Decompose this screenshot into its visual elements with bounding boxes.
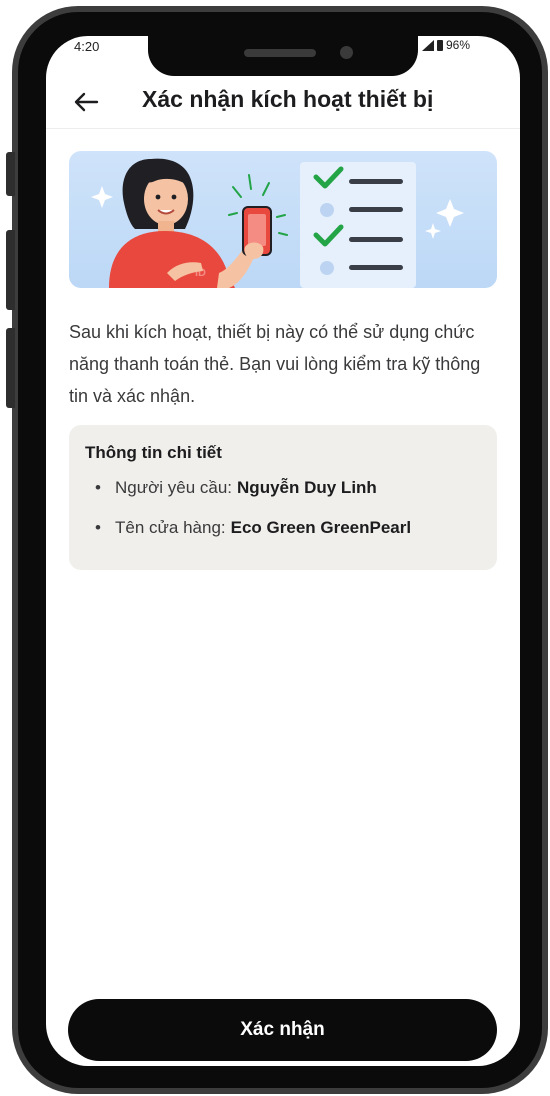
front-camera <box>340 46 353 59</box>
red-shirt <box>109 231 235 288</box>
detail-row-requester: • Người yêu cầu: Nguyễn Duy Linh <box>85 478 481 498</box>
signal-icon <box>422 39 434 51</box>
unchecked-circle-icon <box>320 203 334 217</box>
sparkle-icon <box>436 199 464 227</box>
bullet-icon: • <box>95 518 101 537</box>
battery-level: 96% <box>446 38 471 52</box>
status-time: 4:20 <box>74 39 100 54</box>
back-button[interactable] <box>68 84 104 120</box>
detail-row-store: • Tên cửa hàng: Eco Green GreenPearl <box>85 518 481 538</box>
phone-side-button <box>6 152 15 196</box>
app-header: Xác nhận kích hoạt thiết bị <box>46 76 520 129</box>
status-icons: 96% <box>422 38 470 52</box>
activation-banner: ID <box>69 151 497 288</box>
detail-info-card: Thông tin chi tiết • Người yêu cầu: Nguy… <box>69 425 497 570</box>
phone-mockup: 4:20 96% Xác nhận kích hoạt thiết bị ID … <box>0 0 550 1096</box>
battery-icon <box>437 39 443 51</box>
phone-volume-up-button <box>6 230 15 310</box>
store-label: Tên cửa hàng: <box>115 518 226 537</box>
bullet-icon: • <box>95 478 101 497</box>
unchecked-circle-icon <box>320 261 334 275</box>
phone-volume-down-button <box>6 328 15 408</box>
sparkle-icon <box>425 223 441 239</box>
activation-description: Sau khi kích hoạt, thiết bị này có thể s… <box>69 322 481 406</box>
detail-card-title: Thông tin chi tiết <box>85 443 222 462</box>
activation-illustration: ID <box>91 158 464 288</box>
speaker-grille <box>244 49 316 57</box>
arrow-left-icon <box>74 92 99 112</box>
confirm-button[interactable]: Xác nhận <box>68 999 497 1061</box>
store-value: Eco Green GreenPearl <box>230 518 412 537</box>
requester-value: Nguyễn Duy Linh <box>237 478 377 497</box>
sparkle-icon <box>91 186 113 208</box>
page-title: Xác nhận kích hoạt thiết bị <box>142 86 434 112</box>
requester-label: Người yêu cầu: <box>115 478 233 497</box>
